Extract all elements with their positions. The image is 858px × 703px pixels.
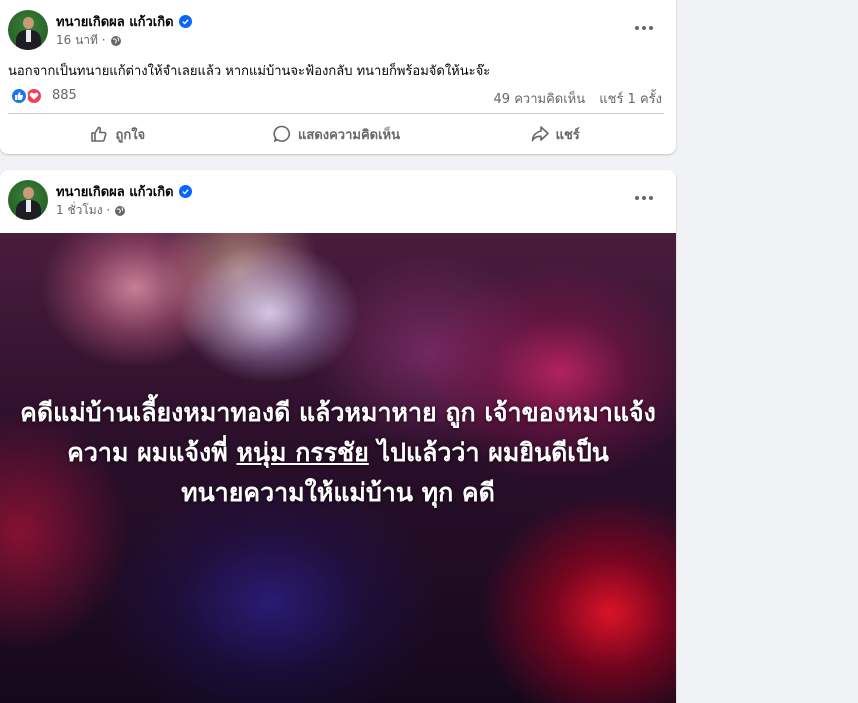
share-label: แชร์	[555, 127, 580, 143]
post-header: ทนายเกิดผล แก้วเกิด 16 นาที ·	[8, 10, 668, 50]
mention-link[interactable]: หนุ่ม กรรชัย	[236, 438, 368, 467]
author-name[interactable]: ทนายเกิดผล แก้วเกิด	[56, 181, 174, 202]
reactions-bar: 885 49 ความคิดเห็น แชร์ 1 ครั้ง	[8, 86, 664, 107]
share-button[interactable]: แชร์	[445, 117, 664, 151]
share-icon	[531, 126, 549, 142]
thumbs-up-icon	[91, 126, 107, 142]
verified-badge-icon	[178, 15, 192, 28]
comment-icon	[273, 125, 291, 142]
globe-icon	[110, 35, 121, 46]
author-avatar[interactable]	[8, 180, 48, 220]
post-image[interactable]: คดีแม่บ้านเลี้ยงหมาทองดี แล้วหมาหาย ถูก …	[0, 233, 676, 703]
post-header: ทนายเกิดผล แก้วเกิด 1 ชั่วโมง ·	[8, 180, 668, 220]
like-button[interactable]: ถูกใจ	[8, 117, 227, 151]
globe-icon	[115, 205, 126, 216]
comment-button[interactable]: แสดงความคิดเห็น	[227, 117, 446, 151]
post-card: ทนายเกิดผล แก้วเกิด 16 นาที · นอกจากเป็น…	[0, 0, 676, 154]
author-avatar[interactable]	[8, 10, 48, 50]
share-count[interactable]: แชร์ 1 ครั้ง	[599, 92, 662, 107]
post-card: ทนายเกิดผล แก้วเกิด 1 ชั่วโมง · คดีแม่บ้…	[0, 170, 676, 703]
post-actions: ถูกใจ แสดงความคิดเห็น แชร์	[8, 117, 664, 151]
like-label: ถูกใจ	[115, 127, 146, 143]
image-caption: คดีแม่บ้านเลี้ยงหมาทองดี แล้วหมาหาย ถูก …	[20, 393, 656, 513]
more-options-icon[interactable]	[630, 188, 658, 208]
verified-badge-icon	[178, 185, 192, 198]
comment-label: แสดงความคิดเห็น	[298, 127, 401, 143]
reaction-count[interactable]: 885	[52, 88, 77, 103]
comment-count[interactable]: 49 ความคิดเห็น	[494, 92, 586, 107]
like-icon	[10, 87, 28, 105]
divider	[8, 113, 664, 114]
more-options-icon[interactable]	[630, 18, 658, 38]
author-name[interactable]: ทนายเกิดผล แก้วเกิด	[56, 11, 174, 32]
reaction-icons[interactable]	[10, 87, 43, 105]
post-timestamp[interactable]: 16 นาที ·	[56, 31, 106, 50]
post-timestamp[interactable]: 1 ชั่วโมง ·	[56, 201, 110, 220]
post-text: นอกจากเป็นทนายแก้ต่างให้จำเลยแล้ว หากแม่…	[8, 64, 491, 79]
